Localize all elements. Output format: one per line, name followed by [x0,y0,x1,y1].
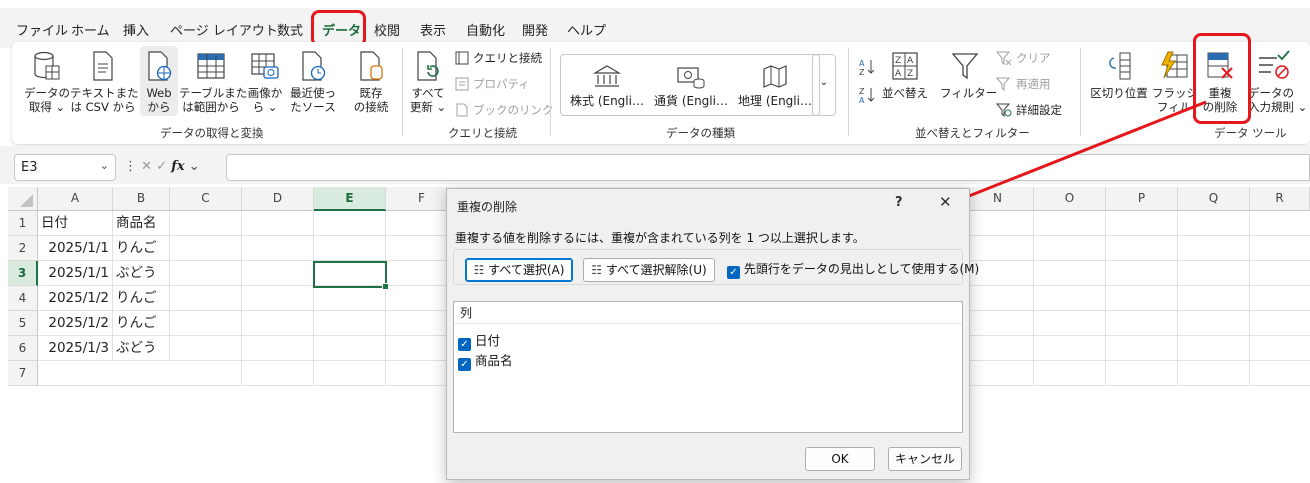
checkmark-icon: ✓ [458,358,471,371]
column-checkbox-product[interactable]: ✓ 商品名 [458,350,513,371]
unselect-all-list-icon: ☷ [591,263,603,277]
column-checkbox-label: 日付 [474,333,500,348]
columns-list: 列 ✓ 日付 ✓ 商品名 [453,301,963,433]
column-checkbox-date[interactable]: ✓ 日付 [458,330,500,351]
has-headers-checkbox[interactable]: ✓ 先頭行をデータの見出しとして使用する(M) [727,260,979,279]
unselect-all-button[interactable]: ☷ すべて選択解除(U) [583,258,715,282]
column-checkbox-label: 商品名 [474,353,513,368]
help-icon[interactable]: ? [895,195,903,210]
has-headers-label: 先頭行をデータの見出しとして使用する(M) [743,262,980,276]
ok-button[interactable]: OK [805,447,875,471]
remove-duplicates-dialog: 重複の削除 ? ✕ 重複する値を削除するには、重複が含まれている列を 1 つ以上… [446,188,979,480]
columns-list-header: 列 [454,302,962,324]
close-icon[interactable]: ✕ [939,193,952,211]
unselect-all-label: すべて選択解除(U) [605,263,707,277]
dialog-title: 重複の削除 [457,200,518,214]
select-all-button[interactable]: ☷ すべて選択(A) [465,258,573,282]
select-all-label: すべて選択(A) [488,263,565,277]
checkmark-icon: ✓ [727,266,740,279]
dialog-instruction: 重複する値を削除するには、重複が含まれている列を 1 つ以上選択します。 [455,231,865,245]
select-all-list-icon: ☷ [473,263,485,277]
cancel-button[interactable]: キャンセル [888,447,962,471]
